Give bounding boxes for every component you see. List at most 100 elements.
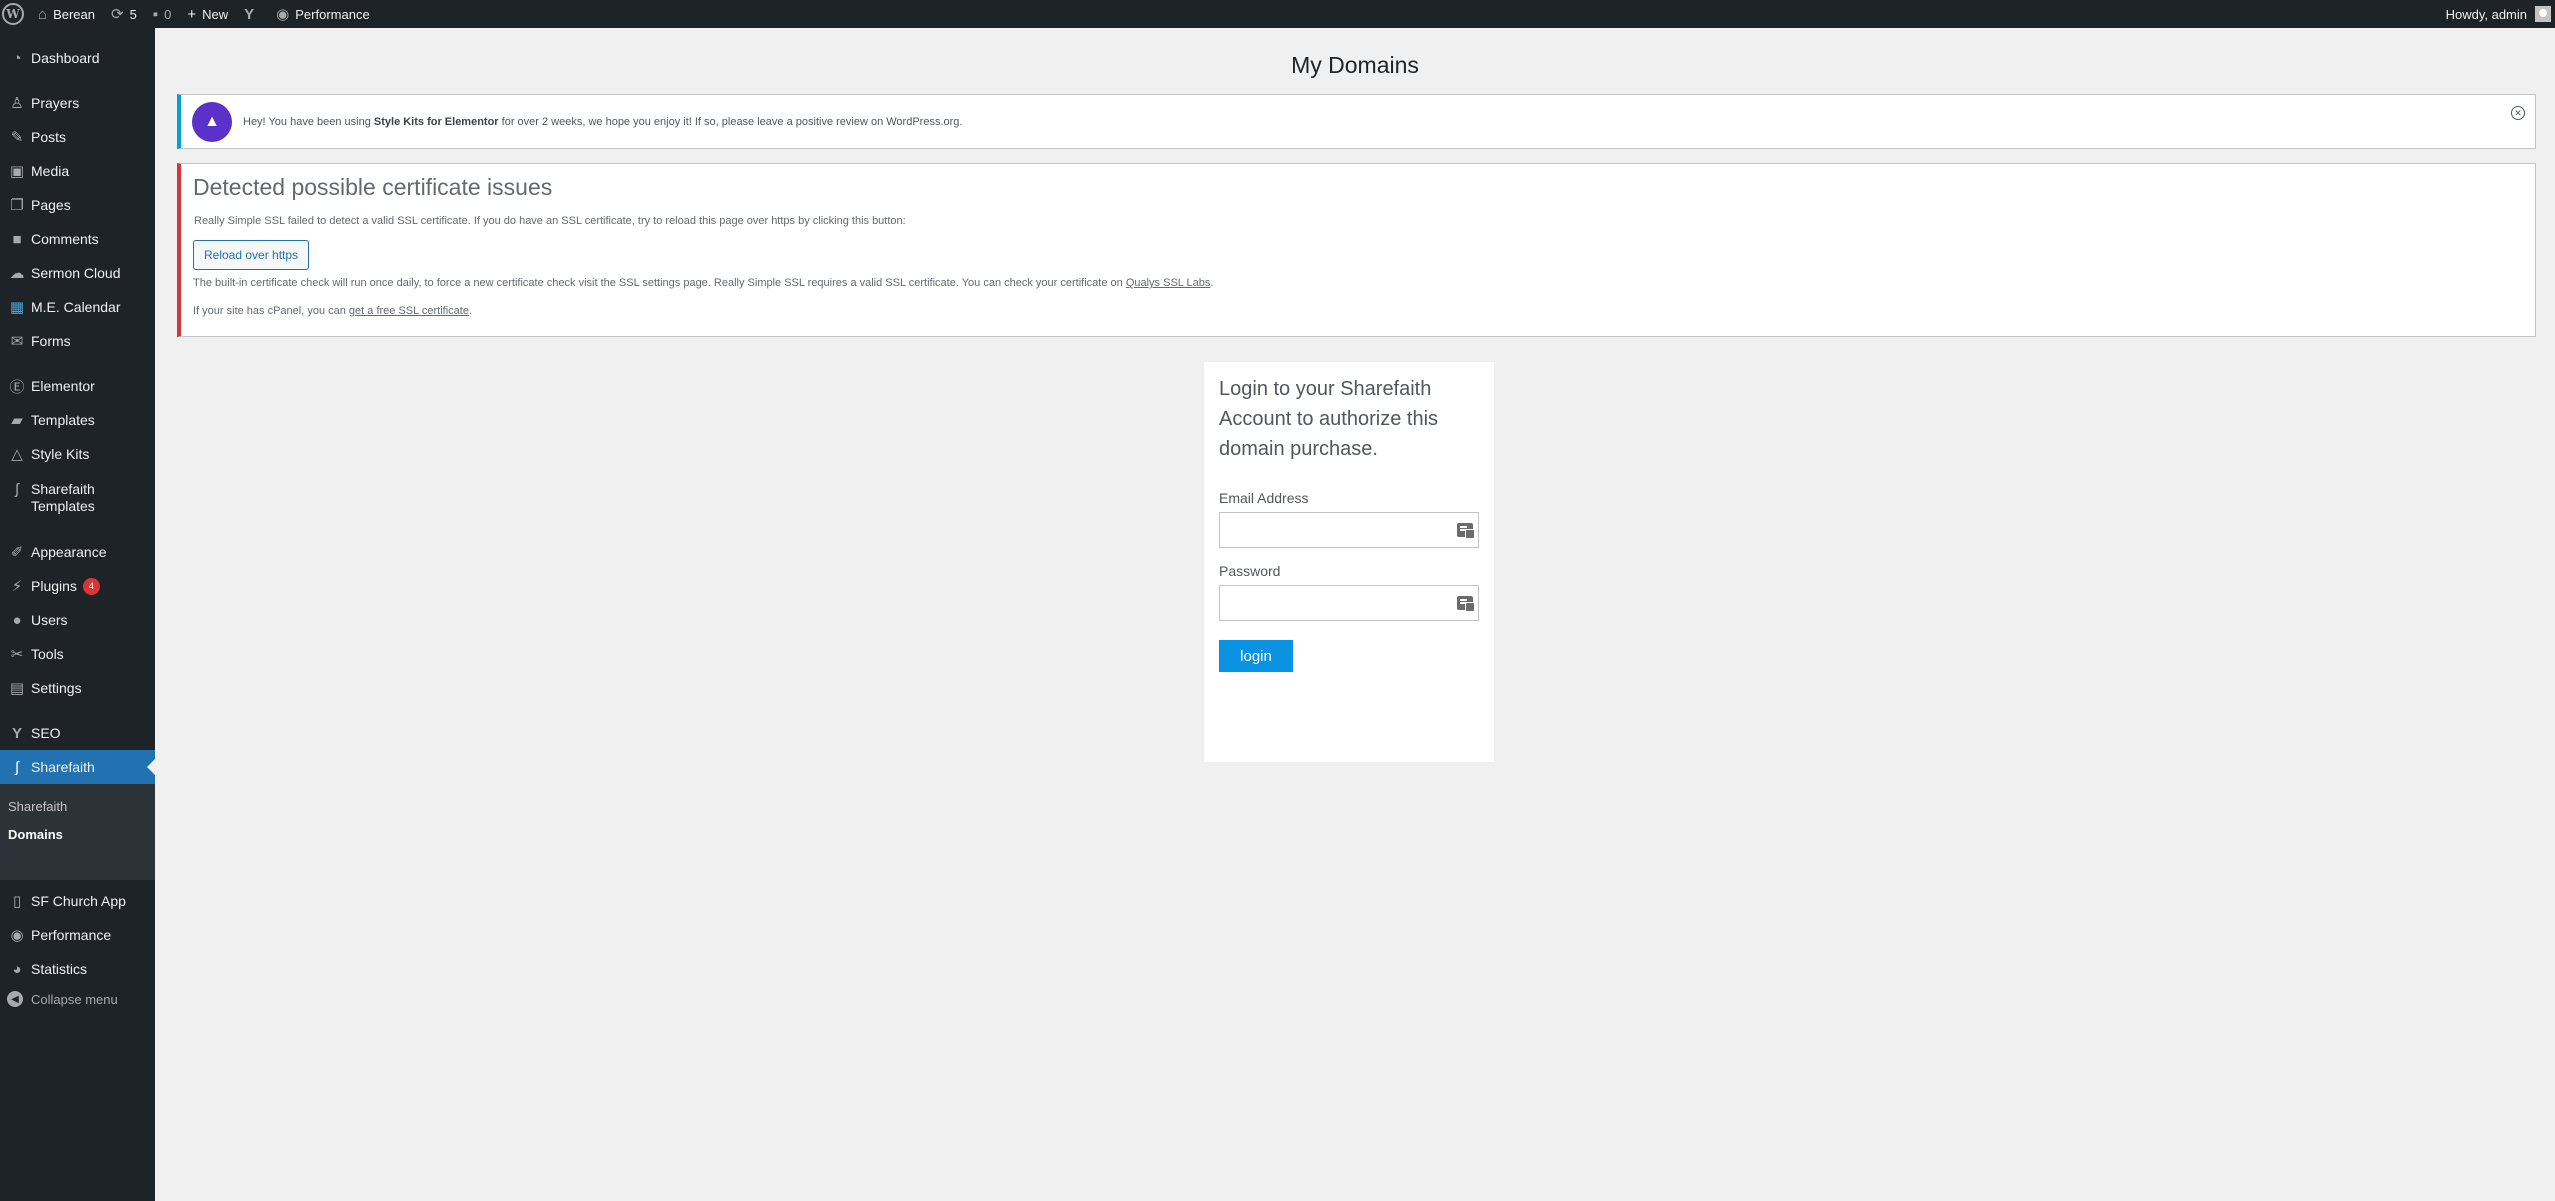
sidebar-item-statistics[interactable]: ◕ Statistics xyxy=(0,952,155,986)
new-label: New xyxy=(202,6,229,22)
password-field[interactable] xyxy=(1219,585,1479,621)
style-kits-logo-icon: ▲ xyxy=(192,101,232,142)
elementor-icon: Ⓔ xyxy=(9,378,25,396)
password-manager-icon[interactable] xyxy=(1457,523,1475,539)
submenu-item-domains[interactable]: Domains xyxy=(8,827,63,842)
sharefaith-submenu: Sharefaith Domains xyxy=(0,784,155,880)
pin-icon: ✎ xyxy=(10,129,24,146)
qualys-ssl-labs-link[interactable]: Qualys SSL Labs xyxy=(1126,277,1211,289)
comment-icon: ▪ xyxy=(152,5,159,23)
updates-icon: ⟳ xyxy=(110,5,124,23)
prayers-icon: ♙ xyxy=(10,95,24,112)
sidebar-item-sermon-cloud[interactable]: ☁ Sermon Cloud xyxy=(0,256,155,290)
home-icon: ⌂ xyxy=(38,5,48,23)
user-icon: ● xyxy=(12,611,22,629)
dismiss-notice-button[interactable]: ✕ xyxy=(2511,106,2525,120)
howdy-text: Howdy, admin xyxy=(2445,6,2527,22)
settings-icon: ▤ xyxy=(9,680,25,697)
avatar xyxy=(2535,6,2551,22)
page-title: My Domains xyxy=(1291,52,1419,78)
new-content-link[interactable]: + New xyxy=(179,0,236,28)
cloud-icon: ☁ xyxy=(9,265,25,282)
sidebar-item-posts[interactable]: ✎ Posts xyxy=(0,120,155,154)
login-card: Login to your Sharefaith Account to auth… xyxy=(1204,362,1494,762)
yoast-seo-link[interactable]: Y xyxy=(236,0,268,28)
email-label: Email Address xyxy=(1219,490,1309,506)
comments-link[interactable]: ▪ 0 xyxy=(145,0,180,28)
sidebar-item-prayers[interactable]: ♙ Prayers xyxy=(0,86,155,120)
style-kits-notice-text: Hey! You have been using Style Kits for … xyxy=(243,115,963,128)
yoast-icon: Y xyxy=(11,724,22,742)
collapse-menu-button[interactable]: ◀ Collapse menu xyxy=(0,991,118,1007)
sidebar-item-sf-church-app[interactable]: ▯ SF Church App xyxy=(0,884,155,918)
plugin-icon: ⚡ xyxy=(11,578,23,595)
sidebar-item-users[interactable]: ● Users xyxy=(0,603,155,637)
sidebar-item-tools[interactable]: ✂ Tools xyxy=(0,637,155,671)
collapse-arrow-icon: ◀ xyxy=(7,991,23,1007)
performance-icon: ◉ xyxy=(276,5,290,23)
yoast-icon: Y xyxy=(244,5,255,23)
admin-bar: W ⌂ Berean ⟳ 5 ▪ 0 + New Y ◉ Performance… xyxy=(0,0,2555,28)
sidebar-item-sharefaith[interactable]: ʃ Sharefaith xyxy=(0,750,155,784)
login-button[interactable]: login xyxy=(1219,640,1293,672)
main-content: My Domains ▲ Hey! You have been using St… xyxy=(155,28,2555,1201)
sidebar-item-templates[interactable]: ▰ Templates xyxy=(0,403,155,437)
wordpress-logo-icon: W xyxy=(2,3,24,25)
ssl-notice-title: Detected possible certificate issues xyxy=(193,174,553,200)
wrench-icon: ✂ xyxy=(10,646,24,663)
wordpress-menu[interactable]: W xyxy=(0,0,30,28)
sidebar-item-pages[interactable]: ❐ Pages xyxy=(0,188,155,222)
plus-icon: + xyxy=(187,5,197,23)
phone-icon: ▯ xyxy=(12,893,22,910)
password-label: Password xyxy=(1219,563,1281,579)
collapse-menu-label: Collapse menu xyxy=(31,991,118,1007)
sharefaith-icon: ʃ xyxy=(15,481,19,498)
plugins-update-badge: 4 xyxy=(82,577,100,595)
style-kits-notice: ▲ Hey! You have been using Style Kits fo… xyxy=(177,94,2536,149)
sidebar-item-plugins[interactable]: ⚡ Plugins 4 xyxy=(0,569,155,603)
email-field[interactable] xyxy=(1219,512,1479,548)
media-icon: ▣ xyxy=(9,163,25,180)
sidebar-item-sharefaith-templates[interactable]: ʃ Sharefaith Templates xyxy=(0,478,155,518)
comments-icon: ■ xyxy=(12,230,22,248)
mail-icon: ✉ xyxy=(10,333,24,350)
sidebar-item-elementor[interactable]: Ⓔ Elementor xyxy=(0,369,155,403)
sidebar-item-appearance[interactable]: ✐ Appearance xyxy=(0,535,155,569)
folder-icon: ▰ xyxy=(11,412,23,429)
ssl-notice: Detected possible certificate issues Rea… xyxy=(177,163,2536,337)
sidebar-item-style-kits[interactable]: △ Style Kits xyxy=(0,437,155,471)
triangle-icon: △ xyxy=(11,446,23,463)
sidebar-item-dashboard[interactable]: ◔ Dashboard xyxy=(0,41,155,75)
my-account-link[interactable]: Howdy, admin xyxy=(2438,0,2555,28)
performance-link[interactable]: ◉ Performance xyxy=(268,0,378,28)
dashboard-icon: ◔ xyxy=(12,49,22,67)
sidebar-item-me-calendar[interactable]: ▦ M.E. Calendar xyxy=(0,290,155,324)
submenu-item-sharefaith[interactable]: Sharefaith xyxy=(8,799,67,814)
sidebar-item-seo[interactable]: Y SEO xyxy=(0,716,155,750)
cpanel-text: If your site has cPanel, you can get a f… xyxy=(193,305,473,317)
ssl-notice-message: Really Simple SSL failed to detect a val… xyxy=(194,215,906,227)
sidebar-item-media[interactable]: ▣ Media xyxy=(0,154,155,188)
sidebar-item-settings[interactable]: ▤ Settings xyxy=(0,671,155,705)
sidebar-item-comments[interactable]: ■ Comments xyxy=(0,222,155,256)
performance-label: Performance xyxy=(295,6,370,22)
updates-count: 5 xyxy=(129,6,137,22)
reload-over-https-button[interactable]: Reload over https xyxy=(193,240,310,270)
comments-count: 0 xyxy=(164,6,172,22)
ssl-certificate-check-text: The built-in certificate check will run … xyxy=(193,277,1214,289)
site-name-link[interactable]: ⌂ Berean xyxy=(30,0,103,28)
sidebar-item-forms[interactable]: ✉ Forms xyxy=(0,324,155,358)
login-heading: Login to your Sharefaith Account to auth… xyxy=(1219,378,1439,460)
site-name: Berean xyxy=(53,6,95,22)
sidebar-item-performance[interactable]: ◉ Performance xyxy=(0,918,155,952)
updates-link[interactable]: ⟳ 5 xyxy=(103,0,145,28)
pages-icon: ❐ xyxy=(10,197,24,214)
free-ssl-certificate-link[interactable]: get a free SSL certificate xyxy=(349,305,469,317)
pie-chart-icon: ◕ xyxy=(12,960,22,978)
paintbrush-icon: ✐ xyxy=(10,544,24,561)
password-manager-icon[interactable] xyxy=(1457,596,1475,612)
admin-sidebar: ◔ Dashboard ♙ Prayers ✎ Posts ▣ Media ❐ … xyxy=(0,28,155,1201)
performance-icon: ◉ xyxy=(10,927,24,944)
sharefaith-icon: ʃ xyxy=(15,758,19,776)
close-icon: ✕ xyxy=(2514,107,2522,118)
